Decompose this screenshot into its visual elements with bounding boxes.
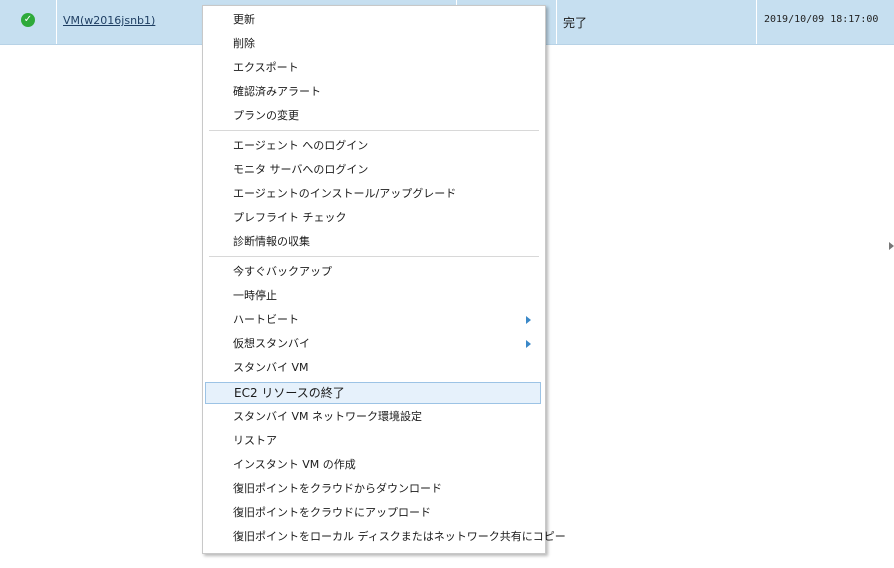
menu-item-upload-recovery-point[interactable]: 復旧ポイントをクラウドにアップロード	[205, 502, 541, 524]
menu-item-heartbeat[interactable]: ハートビート	[205, 309, 541, 331]
menu-item-refresh[interactable]: 更新	[205, 9, 541, 31]
menu-item-monitor-server-login[interactable]: モニタ サーバへのログイン	[205, 159, 541, 181]
menu-item-download-recovery-point[interactable]: 復旧ポイントをクラウドからダウンロード	[205, 478, 541, 500]
menu-item-export[interactable]: エクスポート	[205, 57, 541, 79]
menu-item-virtual-standby[interactable]: 仮想スタンバイ	[205, 333, 541, 355]
menu-item-preflight-check[interactable]: プレフライト チェック	[205, 207, 541, 229]
menu-separator	[209, 256, 539, 257]
menu-item-restore[interactable]: リストア	[205, 430, 541, 452]
menu-item-backup-now[interactable]: 今すぐバックアップ	[205, 261, 541, 283]
menu-item-standby-vm-network-settings[interactable]: スタンバイ VM ネットワーク環境設定	[205, 406, 541, 428]
menu-item-acknowledged-alerts[interactable]: 確認済みアラート	[205, 81, 541, 103]
menu-item-install-upgrade-agent[interactable]: エージェントのインストール/アップグレード	[205, 183, 541, 205]
context-menu: 更新 削除 エクスポート 確認済みアラート プランの変更 エージェント へのログ…	[202, 5, 566, 554]
menu-item-standby-vm[interactable]: スタンバイ VM	[205, 357, 541, 379]
menu-item-agent-login[interactable]: エージェント へのログイン	[205, 135, 541, 157]
status-cell: ✓	[0, 0, 57, 44]
menu-item-label: ハートビート	[233, 313, 299, 326]
panel-expand-arrow-icon[interactable]	[889, 242, 894, 250]
submenu-arrow-icon	[526, 340, 531, 348]
menu-item-change-plan[interactable]: プランの変更	[205, 105, 541, 127]
menu-item-pause[interactable]: 一時停止	[205, 285, 541, 307]
menu-item-label: 仮想スタンバイ	[233, 337, 310, 350]
menu-separator	[209, 130, 539, 131]
status-cell-text	[556, 0, 757, 44]
menu-item-copy-recovery-point[interactable]: 復旧ポイントをローカル ディスクまたはネットワーク共有にコピー	[205, 526, 566, 548]
checkmark-circle-icon: ✓	[21, 13, 35, 27]
submenu-arrow-icon	[526, 316, 531, 324]
menu-item-collect-diagnostics[interactable]: 診断情報の収集	[205, 231, 541, 253]
menu-item-create-instant-vm[interactable]: インスタント VM の作成	[205, 454, 541, 476]
menu-item-terminate-ec2-resource[interactable]: EC2 リソースの終了	[205, 382, 541, 404]
menu-item-delete[interactable]: 削除	[205, 33, 541, 55]
timestamp-text: 2019/10/09 18:17:00	[764, 14, 879, 25]
